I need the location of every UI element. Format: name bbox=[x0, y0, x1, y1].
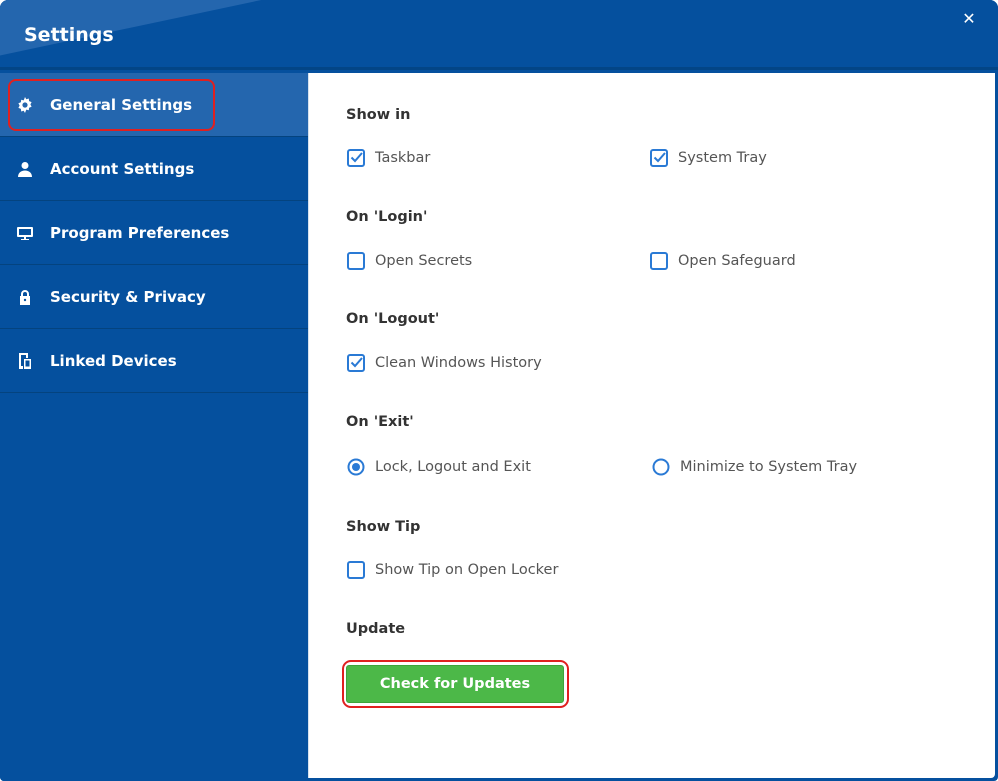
radio-selected-icon bbox=[347, 458, 365, 476]
sidebar-item-label: General Settings bbox=[50, 95, 193, 114]
taskbar-checkbox[interactable]: Taskbar bbox=[347, 149, 430, 167]
section-title-update: Update bbox=[346, 621, 406, 637]
system-tray-label: System Tray bbox=[678, 150, 767, 166]
open-secrets-label: Open Secrets bbox=[375, 253, 473, 269]
checkbox-checked-icon bbox=[347, 354, 365, 372]
sidebar-item-label: Linked Devices bbox=[50, 351, 177, 370]
checkbox-unchecked-icon bbox=[347, 252, 365, 270]
open-secrets-checkbox[interactable]: Open Secrets bbox=[347, 252, 472, 270]
clean-history-label: Clean Windows History bbox=[375, 355, 542, 371]
minimize-tray-radio[interactable]: Minimize to System Tray bbox=[652, 458, 857, 476]
checkbox-checked-icon bbox=[650, 149, 668, 167]
system-tray-checkbox[interactable]: System Tray bbox=[650, 149, 767, 167]
close-icon: ✕ bbox=[962, 9, 976, 28]
general-settings-panel: Show in Taskbar System Tray On 'Login' O… bbox=[308, 73, 995, 778]
section-title-show-in: Show in bbox=[346, 107, 411, 123]
devices-icon bbox=[15, 351, 35, 371]
show-tip-label: Show Tip on Open Locker bbox=[375, 562, 559, 578]
sidebar: General Settings Account Settings Progra… bbox=[0, 73, 308, 781]
lock-logout-exit-label: Lock, Logout and Exit bbox=[375, 459, 531, 475]
taskbar-label: Taskbar bbox=[375, 150, 431, 166]
radio-unselected-icon bbox=[652, 458, 670, 476]
clean-history-checkbox[interactable]: Clean Windows History bbox=[347, 354, 542, 372]
open-safeguard-label: Open Safeguard bbox=[678, 253, 796, 269]
settings-window: Settings ✕ General Settings Account Sett… bbox=[0, 0, 998, 781]
section-title-on-logout: On 'Logout' bbox=[346, 311, 440, 327]
open-safeguard-checkbox[interactable]: Open Safeguard bbox=[650, 252, 796, 270]
sidebar-item-label: Account Settings bbox=[50, 159, 195, 178]
monitor-icon bbox=[15, 223, 35, 243]
section-title-on-login: On 'Login' bbox=[346, 209, 428, 225]
sidebar-item-label: Program Preferences bbox=[50, 223, 230, 242]
sidebar-item-general-settings[interactable]: General Settings bbox=[0, 73, 308, 137]
lock-logout-exit-radio[interactable]: Lock, Logout and Exit bbox=[347, 458, 531, 476]
show-tip-checkbox[interactable]: Show Tip on Open Locker bbox=[347, 561, 558, 579]
check-for-updates-button[interactable]: Check for Updates bbox=[346, 665, 564, 703]
section-title-on-exit: On 'Exit' bbox=[346, 414, 414, 430]
sidebar-item-label: Security & Privacy bbox=[50, 287, 206, 306]
checkbox-unchecked-icon bbox=[650, 252, 668, 270]
title-bar-divider bbox=[0, 67, 998, 70]
gear-icon bbox=[15, 95, 35, 115]
title-bar: Settings ✕ bbox=[0, 0, 998, 70]
section-title-show-tip: Show Tip bbox=[346, 519, 421, 535]
lock-icon bbox=[15, 287, 35, 307]
sidebar-item-security-privacy[interactable]: Security & Privacy bbox=[0, 265, 308, 329]
sidebar-item-program-preferences[interactable]: Program Preferences bbox=[0, 201, 308, 265]
sidebar-item-linked-devices[interactable]: Linked Devices bbox=[0, 329, 308, 393]
close-button[interactable]: ✕ bbox=[960, 10, 978, 28]
checkbox-checked-icon bbox=[347, 149, 365, 167]
checkbox-unchecked-icon bbox=[347, 561, 365, 579]
window-title: Settings bbox=[24, 24, 114, 46]
sidebar-item-account-settings[interactable]: Account Settings bbox=[0, 137, 308, 201]
minimize-tray-label: Minimize to System Tray bbox=[680, 459, 858, 475]
user-icon bbox=[15, 159, 35, 179]
